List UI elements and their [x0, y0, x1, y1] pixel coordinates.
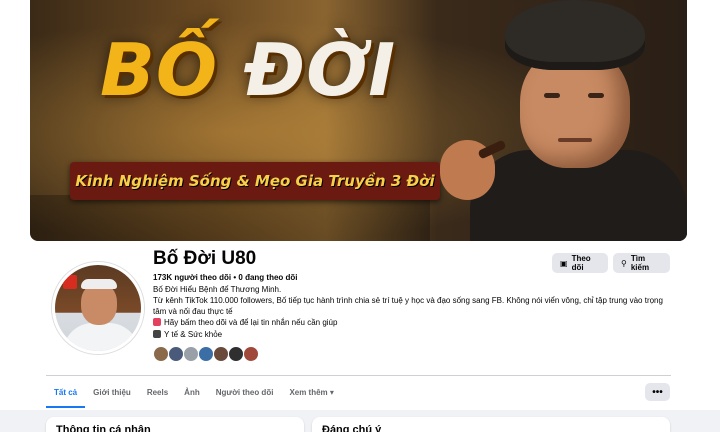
tab-all[interactable]: Tất cả	[46, 376, 86, 408]
featured-title: Đáng chú ý	[322, 424, 382, 432]
follower-avatar[interactable]	[213, 346, 229, 362]
cover-portrait	[430, 0, 687, 241]
profile-cta-text: Hãy bấm theo dõi và để lại tin nhắn nếu …	[164, 318, 338, 327]
follow-button[interactable]: ▣ Theo dõi	[552, 253, 608, 273]
profile-cta: Hãy bấm theo dõi và để lại tin nhắn nếu …	[153, 318, 337, 327]
tab-photos[interactable]: Ảnh	[176, 376, 208, 408]
featured-card: Đáng chú ý	[312, 417, 670, 432]
follow-button-label: Theo dõi	[571, 254, 591, 272]
avatar-face	[81, 283, 117, 325]
personal-info-title: Thông tin cá nhân	[56, 424, 151, 432]
tab-more[interactable]: Xem thêm ▾	[281, 376, 341, 408]
cover-shelf	[30, 195, 430, 241]
tab-about[interactable]: Giới thiệu	[85, 376, 139, 408]
portrait-mouth	[558, 138, 592, 142]
follower-avatars[interactable]	[153, 346, 259, 362]
cover-banner: Kinh Nghiệm Sống & Mẹo Gia Truyền 3 Đời	[70, 162, 440, 200]
search-button-label: Tìm kiếm	[630, 254, 650, 272]
follow-icon: ▣	[560, 258, 568, 268]
avatar-hair	[81, 279, 117, 289]
profile-bio: Bố Đời Hiểu Bệnh để Thương Minh.	[153, 285, 282, 294]
profile-category-text: Y tế & Sức khỏe	[164, 330, 223, 339]
cover-title: BỐ ĐỜI	[100, 28, 396, 112]
portrait-eye	[588, 93, 604, 98]
follower-avatar[interactable]	[198, 346, 214, 362]
portrait-hat	[505, 0, 645, 70]
portrait-eye	[544, 93, 560, 98]
tab-followers[interactable]: Người theo dõi	[208, 376, 282, 408]
cover-title-part2: ĐỜI	[244, 28, 397, 112]
cover-banner-text: Kinh Nghiệm Sống & Mẹo Gia Truyền 3 Đời	[75, 172, 435, 190]
search-icon: ⚲	[621, 258, 627, 268]
cover-photo[interactable]: BỐ ĐỜI Kinh Nghiệm Sống & Mẹo Gia Truyền…	[30, 0, 687, 241]
profile-tabs: Tất cả Giới thiệu Reels Ảnh Người theo d…	[46, 376, 342, 408]
tab-reels[interactable]: Reels	[139, 376, 176, 408]
profile-intro-line2: tâm và nối đau thực tế	[153, 307, 233, 316]
follower-avatar[interactable]	[168, 346, 184, 362]
follower-avatar[interactable]	[153, 346, 169, 362]
search-button[interactable]: ⚲ Tìm kiếm	[613, 253, 670, 273]
personal-info-card: Thông tin cá nhân	[46, 417, 304, 432]
profile-category: Y tế & Sức khỏe	[153, 330, 222, 339]
avatar-shirt	[63, 323, 139, 351]
page-title: Bố Đời U80	[153, 248, 257, 269]
profile-intro-line1: Từ kênh TikTok 110.000 followers, Bố tiế…	[153, 296, 663, 305]
more-options-button[interactable]: •••	[645, 383, 670, 401]
cover-title-part1: BỐ	[100, 28, 219, 112]
heart-icon	[153, 318, 161, 326]
follower-avatar[interactable]	[183, 346, 199, 362]
avatar-badge	[63, 275, 77, 289]
profile-avatar[interactable]	[52, 262, 144, 354]
follower-avatar[interactable]	[228, 346, 244, 362]
category-icon	[153, 330, 161, 338]
follower-avatar[interactable]	[243, 346, 259, 362]
follower-stats[interactable]: 173K người theo dõi • 0 đang theo dõi	[153, 273, 298, 282]
